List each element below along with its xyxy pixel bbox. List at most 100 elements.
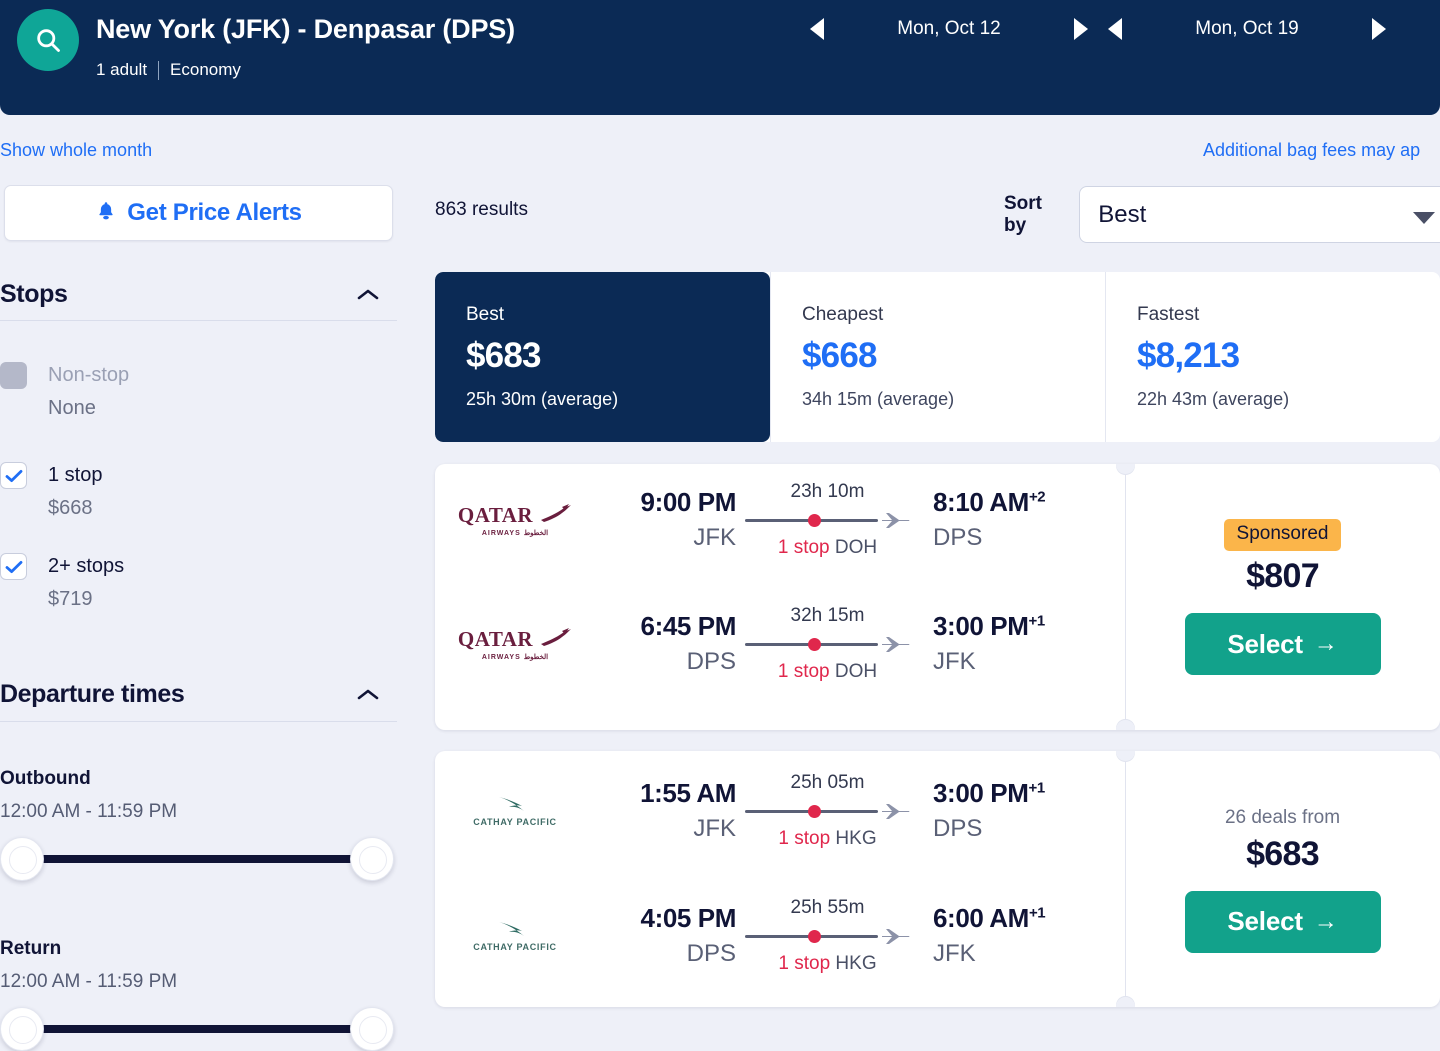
outbound-slider-min-handle[interactable] — [0, 837, 44, 881]
date-navigation: Mon, Oct 12 Mon, Oct 19 — [800, 0, 1440, 58]
return-slider-max-handle[interactable] — [350, 1007, 394, 1051]
route-line — [744, 800, 911, 822]
return-prev-day-button[interactable] — [1098, 12, 1132, 46]
airline-logo-subtext: AIRWAYS ‏الخطوط — [481, 529, 549, 537]
departure-info: 9:00 PM JFK — [595, 487, 740, 552]
passenger-count: 1 adult — [96, 60, 148, 79]
return-next-day-button[interactable] — [1362, 12, 1396, 46]
stops-filter-title: Stops — [0, 280, 68, 308]
sort-select[interactable]: Best — [1079, 186, 1440, 243]
departure-airport: DPS — [686, 648, 736, 675]
airline-logo-text: CATHAY PACIFIC — [473, 817, 557, 827]
flight-price: $807 — [1246, 557, 1320, 595]
departure-times-title: Departure times — [0, 680, 185, 708]
slider-track — [22, 855, 374, 863]
arrival-info: 3:00 PM+1 DPS — [915, 778, 1115, 843]
departure-time: 4:05 PM — [640, 903, 737, 933]
arrival-airport: DPS — [933, 524, 983, 551]
return-slider-min-handle[interactable] — [0, 1007, 44, 1051]
depart-next-day-button[interactable] — [1064, 12, 1098, 46]
departure-airport: JFK — [693, 524, 736, 551]
airline-logo: QATAR AIRWAYS ‏الخطوط — [435, 627, 595, 661]
route-line — [744, 925, 911, 947]
nonstop-price: None — [48, 397, 96, 419]
cabin-class: Economy — [170, 60, 241, 79]
return-date-label[interactable]: Mon, Oct 19 — [1132, 18, 1362, 40]
arrival-info: 6:00 AM+1 JFK — [915, 903, 1115, 968]
departure-time: 9:00 PM — [640, 487, 737, 517]
divider — [0, 721, 397, 722]
select-button-label: Select — [1227, 906, 1303, 936]
nonstop-checkbox[interactable] — [0, 362, 27, 389]
outbound-label: Outbound — [0, 768, 91, 789]
depart-date-label[interactable]: Mon, Oct 12 — [834, 18, 1064, 40]
stops-option-1stop[interactable]: 1 stop $668 — [0, 462, 397, 520]
chevron-right-icon — [1372, 18, 1386, 40]
chevron-left-icon — [1108, 18, 1122, 40]
depart-prev-day-button[interactable] — [800, 12, 834, 46]
stops-option-nonstop[interactable]: Non-stop None — [0, 362, 397, 420]
flight-price-panel: Sponsored $807 Select → — [1125, 464, 1440, 730]
stops-filter-header[interactable]: Stops — [0, 280, 397, 309]
stops-option-2plus[interactable]: 2+ stops $719 — [0, 553, 397, 611]
departure-times-filter-header[interactable]: Departure times — [0, 680, 397, 709]
oryx-icon — [541, 504, 572, 522]
show-whole-month-link[interactable]: Show whole month — [0, 139, 152, 161]
arrival-time: 3:00 PM+1 — [933, 778, 1111, 809]
departure-info: 1:55 AM JFK — [595, 778, 740, 843]
outbound-slider-max-handle[interactable] — [350, 837, 394, 881]
flight-price-panel: 26 deals from $683 Select → — [1125, 751, 1440, 1007]
stop-dot — [807, 514, 821, 527]
plane-icon — [881, 635, 911, 653]
flight-result-card[interactable]: QATAR AIRWAYS ‏الخطوط 9:00 PM JFK 23h 10… — [435, 464, 1440, 730]
bag-fees-link[interactable]: Additional bag fees may ap — [1203, 139, 1420, 161]
tab-label: Fastest — [1136, 304, 1200, 325]
passenger-summary: 1 adult Economy — [96, 60, 515, 80]
stops-count: 1 stop — [778, 953, 831, 974]
price-alerts-label: Get Price Alerts — [127, 199, 302, 226]
leg-duration: 32h 15m — [790, 605, 865, 626]
tab-fastest[interactable]: Fastest $8,213 22h 43m (average) — [1104, 272, 1440, 442]
tab-best[interactable]: Best $683 25h 30m (average) — [435, 272, 770, 442]
arrival-time-value: 3:00 PM — [933, 778, 1029, 808]
airline-logo-text: CATHAY PACIFIC — [473, 942, 557, 952]
plane-icon — [881, 802, 911, 820]
arrival-time-value: 6:00 AM — [933, 903, 1029, 933]
tab-cheapest[interactable]: Cheapest $668 34h 15m (average) — [769, 272, 1105, 442]
arrival-day-offset: +1 — [1028, 612, 1045, 630]
search-icon[interactable] — [17, 9, 79, 71]
arrival-day-offset: +1 — [1028, 779, 1045, 797]
one-stop-label: 1 stop — [48, 464, 103, 486]
select-button[interactable]: Select → — [1184, 613, 1381, 675]
two-plus-stops-checkbox[interactable] — [0, 553, 27, 580]
filters-sidebar: Get Price Alerts Stops Non-stop None 1 s… — [0, 185, 397, 1051]
select-button[interactable]: Select → — [1184, 890, 1381, 953]
departure-airport: JFK — [693, 815, 736, 842]
chevron-up-icon — [357, 688, 379, 701]
outbound-time-slider[interactable] — [0, 837, 397, 881]
get-price-alerts-button[interactable]: Get Price Alerts — [4, 185, 393, 241]
departure-info: 6:45 PM DPS — [595, 611, 740, 676]
arrow-right-icon: → — [1313, 907, 1338, 935]
flight-leg-return: QATAR AIRWAYS ‏الخطوط 6:45 PM DPS 32h 15… — [435, 596, 1125, 691]
stops-count: 1 stop — [777, 661, 830, 682]
return-time-slider[interactable] — [0, 1007, 397, 1051]
nonstop-label: Non-stop — [48, 364, 130, 386]
airline-logo: CATHAY PACIFIC — [435, 919, 595, 952]
one-stop-checkbox[interactable] — [0, 462, 27, 489]
arrival-time: 6:00 AM+1 — [933, 903, 1111, 934]
divider — [0, 320, 397, 321]
flight-result-card[interactable]: CATHAY PACIFIC 1:55 AM JFK 25h 05m 1 sto… — [435, 751, 1440, 1007]
arrival-time-value: 3:00 PM — [933, 611, 1029, 641]
slider-track — [22, 1025, 374, 1033]
tab-label: Best — [466, 304, 505, 325]
chevron-up-icon — [357, 288, 379, 301]
tab-duration: 22h 43m (average) — [1136, 389, 1290, 409]
outbound-time-filter: Outbound 12:00 AM - 11:59 PM — [0, 768, 397, 881]
results-count: 863 results — [435, 199, 528, 220]
stops-count: 1 stop — [778, 828, 831, 849]
bell-icon — [95, 200, 117, 227]
two-plus-stops-label: 2+ stops — [48, 555, 125, 577]
leg-duration-info: 23h 10m 1 stop DOH — [740, 480, 915, 559]
airline-logo-subtext: AIRWAYS ‏الخطوط — [481, 653, 549, 661]
